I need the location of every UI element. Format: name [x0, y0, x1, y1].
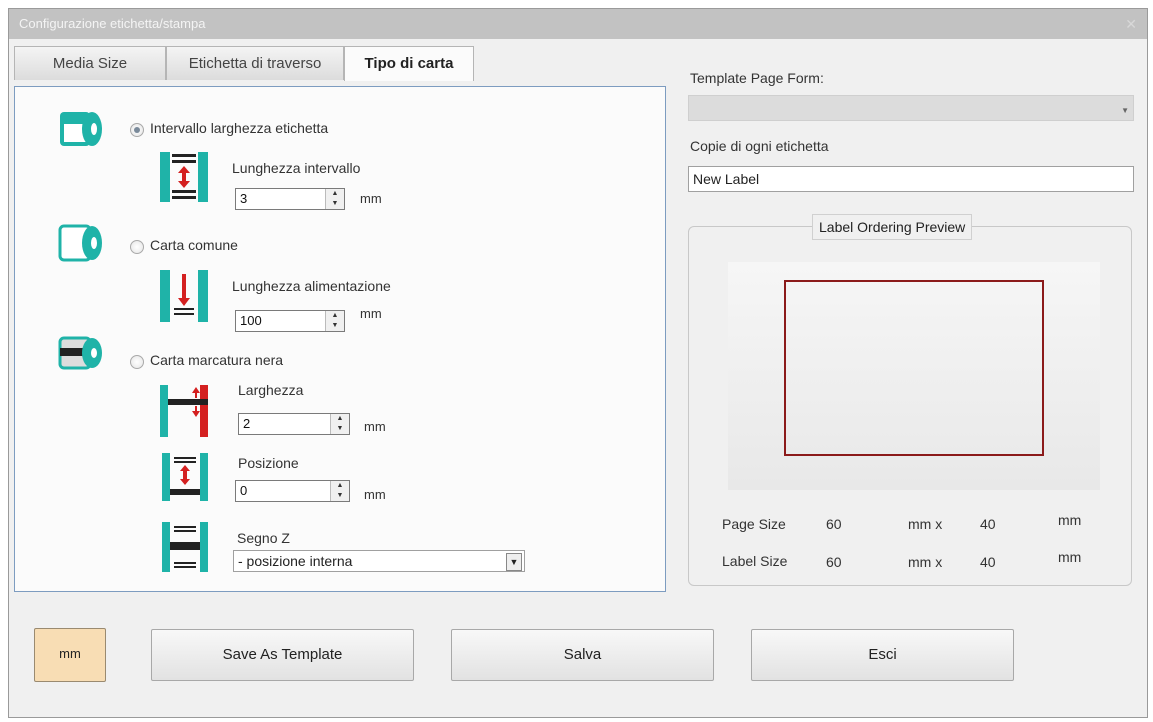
template-page-form-label: Template Page Form:	[690, 70, 824, 86]
label-height-value: 40	[980, 554, 996, 570]
label-size-unit: mm	[1058, 549, 1082, 565]
gap-length-label: Lunghezza intervallo	[232, 160, 361, 176]
radio-gap-label[interactable]	[130, 123, 144, 137]
mark-width-stepper[interactable]: 2 ▲ ▼	[238, 413, 350, 435]
mark-width-icon	[160, 385, 208, 437]
radio-gap-label-text: Intervallo larghezza etichetta	[150, 120, 329, 136]
spin-arrows-icon[interactable]: ▲ ▼	[325, 189, 344, 209]
plain-roll-icon	[58, 224, 102, 262]
gap-length-unit: mm	[360, 191, 382, 206]
feed-length-icon	[160, 270, 208, 322]
label-preview-rectangle	[784, 280, 1044, 456]
title-bar: Configurazione etichetta/stampa ✕	[9, 9, 1147, 39]
template-page-form-select[interactable]: ▼	[688, 95, 1134, 121]
mark-position-value: 0	[240, 483, 248, 498]
preview-title: Label Ordering Preview	[812, 214, 973, 240]
radio-black-mark[interactable]	[130, 355, 144, 369]
spin-arrows-icon[interactable]: ▲ ▼	[330, 414, 349, 434]
tab-label: Tipo di carta	[364, 55, 454, 72]
copies-value: New Label	[693, 171, 760, 187]
exit-button[interactable]: Esci	[751, 629, 1014, 681]
label-roll-gap-icon	[60, 112, 102, 146]
window-title: Configurazione etichetta/stampa	[19, 16, 206, 31]
gap-length-value: 3	[240, 191, 248, 206]
spin-arrows-icon[interactable]: ▲ ▼	[330, 481, 349, 501]
tab-etichetta-di-traverso[interactable]: Etichetta di traverso	[166, 46, 344, 80]
mark-width-value: 2	[243, 416, 251, 431]
label-size-separator: mm x	[908, 554, 943, 570]
save-button[interactable]: Salva	[451, 629, 714, 681]
radio-black-mark-text: Carta marcatura nera	[150, 352, 284, 368]
mark-width-label: Larghezza	[238, 382, 304, 398]
page-width-value: 60	[826, 516, 842, 532]
page-size-separator: mm x	[908, 516, 943, 532]
gap-length-stepper[interactable]: 3 ▲ ▼	[235, 188, 345, 210]
tab-label: Etichetta di traverso	[188, 55, 322, 72]
z-mark-value: - posizione interna	[238, 553, 353, 569]
close-icon[interactable]: ✕	[1125, 9, 1137, 39]
z-mark-icon	[162, 522, 208, 572]
mark-position-label: Posizione	[238, 455, 299, 471]
copies-input[interactable]: New Label	[688, 166, 1134, 192]
tab-media-size[interactable]: Media Size	[14, 46, 166, 80]
z-mark-label: Segno Z	[237, 530, 290, 546]
mark-position-icon	[162, 453, 208, 501]
page-height-value: 40	[980, 516, 996, 532]
mark-position-stepper[interactable]: 0 ▲ ▼	[235, 480, 350, 502]
black-mark-roll-icon	[58, 336, 102, 370]
feed-length-unit: mm	[360, 306, 382, 321]
mark-position-unit: mm	[364, 487, 386, 502]
chevron-down-icon[interactable]: ▼	[1121, 100, 1129, 122]
feed-length-label: Lunghezza alimentazione	[232, 278, 391, 294]
radio-plain-paper-text: Carta comune	[150, 237, 238, 253]
gap-length-icon	[160, 152, 208, 202]
spin-arrows-icon[interactable]: ▲ ▼	[325, 311, 344, 331]
page-size-unit: mm	[1058, 512, 1082, 528]
save-as-template-button[interactable]: Save As Template	[151, 629, 414, 681]
label-size-label: Label Size	[722, 553, 788, 569]
feed-length-stepper[interactable]: 100 ▲ ▼	[235, 310, 345, 332]
tab-label: Media Size	[52, 55, 128, 72]
chevron-down-icon[interactable]: ▼	[506, 553, 522, 571]
copies-label: Copie di ogni etichetta	[690, 138, 829, 154]
feed-length-value: 100	[240, 313, 262, 328]
radio-plain-paper[interactable]	[130, 240, 144, 254]
label-width-value: 60	[826, 554, 842, 570]
unit-toggle-button[interactable]: mm	[34, 628, 106, 682]
page-size-label: Page Size	[722, 516, 786, 532]
mark-width-unit: mm	[364, 419, 386, 434]
z-mark-select[interactable]: - posizione interna ▼	[233, 550, 525, 572]
tab-tipo-di-carta[interactable]: Tipo di carta	[344, 46, 474, 81]
